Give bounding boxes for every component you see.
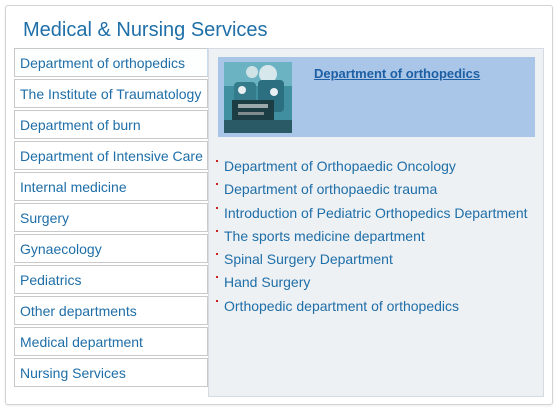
nav-item-intensive-care[interactable]: Department of Intensive Care [14,141,208,170]
nav-item-nursing-services[interactable]: Nursing Services [14,358,208,387]
nav-item-other-departments[interactable]: Other departments [14,296,208,325]
nav-item-burn[interactable]: Department of burn [14,110,208,139]
bullet-icon [216,183,218,186]
sub-department-link[interactable]: Department of orthopaedic trauma [224,181,437,197]
sub-department-link[interactable]: Hand Surgery [224,274,310,290]
nav-item-medical-department[interactable]: Medical department [14,327,208,356]
bullet-icon [216,229,218,232]
list-item: Hand Surgery [216,271,528,294]
sub-department-link[interactable]: Spinal Surgery Department [224,251,393,267]
list-item: Department of Orthopaedic Oncology [216,155,528,178]
nav-item-gynaecology[interactable]: Gynaecology [14,234,208,263]
sub-department-list: Department of Orthopaedic Oncology Depar… [216,155,528,318]
sub-department-link[interactable]: Orthopedic department of orthopedics [224,298,459,314]
list-item: Spinal Surgery Department [216,248,528,271]
department-heading-link[interactable]: Department of orthopedics [314,66,480,81]
nav-item-surgery[interactable]: Surgery [14,203,208,232]
list-item: Department of orthopaedic trauma [216,178,528,201]
nav-item-traumatology[interactable]: The Institute of Traumatology [14,79,208,108]
department-content: Department of orthopedics Department of … [208,48,544,397]
sub-department-link[interactable]: Department of Orthopaedic Oncology [224,158,456,174]
section-title: Medical & Nursing Services [23,19,268,41]
bullet-icon [216,253,218,256]
sub-department-link[interactable]: The sports medicine department [224,228,425,244]
list-item: Orthopedic department of orthopedics [216,295,528,318]
surgery-photo [224,62,292,133]
bullet-icon [216,160,218,162]
nav-item-internal-medicine[interactable]: Internal medicine [14,172,208,201]
nav-item-orthopedics[interactable]: Department of orthopedics [14,48,208,77]
bullet-icon [216,276,218,279]
department-banner: Department of orthopedics [218,57,535,137]
list-item: Introduction of Pediatric Orthopedics De… [216,202,528,225]
sub-department-link[interactable]: Introduction of Pediatric Orthopedics De… [224,205,528,221]
bullet-icon [216,299,218,302]
bullet-icon [216,206,218,209]
nav-item-pediatrics[interactable]: Pediatrics [14,265,208,294]
department-nav: Department of orthopedics The Institute … [14,48,208,389]
list-item: The sports medicine department [216,225,528,248]
